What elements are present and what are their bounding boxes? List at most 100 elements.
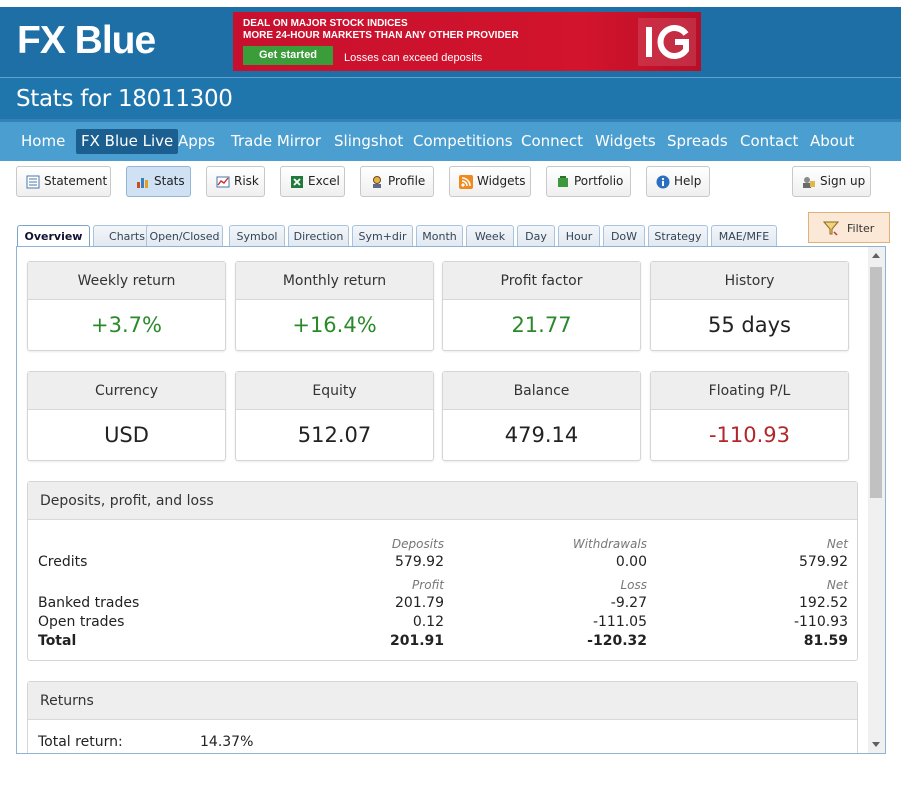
total-return-label: Total return: [38,734,123,750]
nav-connect[interactable]: Connect [516,129,588,154]
ad-line-2: MORE 24-HOUR MARKETS THAN ANY OTHER PROV… [243,30,519,41]
profile-label: Profile [388,174,426,188]
banked-trades-label: Banked trades [38,595,140,611]
widgets-button[interactable]: Widgets [449,166,531,197]
card-value: +16.4% [292,313,377,337]
bar-chart-icon [137,178,148,188]
scrollbar[interactable] [868,247,885,753]
banked-profit: 201.79 [395,595,444,611]
filter-icon [823,221,839,236]
risk-chart-icon [216,176,230,188]
profit-header: Profit [412,578,444,592]
nav-slingshot[interactable]: Slingshot [329,129,408,154]
tab-direction[interactable]: Direction [288,225,349,247]
deposits-header: Deposits [391,537,444,551]
tab-dow[interactable]: DoW [603,225,645,247]
card-label: Weekly return [28,262,225,300]
open-net: -110.93 [793,614,848,630]
sign-up-label: Sign up [820,174,866,188]
monthly-return-card: Monthly return +16.4% [235,261,434,351]
nav-contact[interactable]: Contact [735,129,803,154]
returns-body: Total return: 14.37% [28,720,857,753]
profit-factor-card: Profit factor 21.77 [442,261,641,351]
dpl-table: Deposits Withdrawals Net Credits 579.92 … [28,520,857,660]
tab-week[interactable]: Week [466,225,514,247]
scroll-up-arrow-icon[interactable] [872,253,880,258]
card-label: Equity [236,372,433,410]
card-label: Balance [443,372,640,410]
card-value: -110.93 [708,423,791,447]
panel-title: Deposits, profit, and loss [28,482,857,520]
profile-button[interactable]: Profile [360,166,434,197]
ad-banner[interactable]: DEAL ON MAJOR STOCK INDICES MORE 24-HOUR… [233,12,701,71]
sign-up-button[interactable]: Sign up [792,166,871,197]
scroll-down-arrow-icon[interactable] [872,742,880,747]
tab-month[interactable]: Month [416,225,463,247]
rss-icon [459,175,473,189]
portfolio-label: Portfolio [574,174,624,188]
nav-competitions[interactable]: Competitions [408,129,518,154]
tab-day[interactable]: Day [517,225,555,247]
excel-label: Excel [308,174,340,188]
open-trades-label: Open trades [38,614,125,630]
fxblue-logo[interactable]: FX Blue [17,21,156,61]
risk-button[interactable]: Risk [206,166,265,197]
tab-mae-mfe[interactable]: MAE/MFE [711,225,777,247]
total-label: Total [38,633,77,649]
filter-button[interactable]: Filter [808,212,890,243]
tab-sym-dir[interactable]: Sym+dir [352,225,413,247]
card-label: Currency [28,372,225,410]
excel-button[interactable]: Excel [280,166,345,197]
nav-fx-blue-live[interactable]: FX Blue Live [76,129,179,154]
statement-label: Statement [44,174,108,188]
credits-withdrawals: 0.00 [615,554,647,570]
credits-deposits: 579.92 [395,554,444,570]
statement-button[interactable]: Statement [16,166,111,197]
loss-header: Loss [620,578,647,592]
nav-trade-mirror[interactable]: Trade Mirror [226,129,326,154]
history-card: History 55 days [650,261,849,351]
portfolio-button[interactable]: Portfolio [546,166,631,197]
nav-about[interactable]: About [805,129,859,154]
tab-open-closed[interactable]: Open/Closed [146,225,223,247]
equity-card: Equity 512.07 [235,371,434,461]
help-label: Help [674,174,702,188]
card-label: Monthly return [236,262,433,300]
total-loss: -120.32 [587,633,647,649]
card-value: 55 days [708,313,791,337]
panel-title: Returns [28,682,857,720]
nav-widgets[interactable]: Widgets [590,129,661,154]
card-label: Profit factor [443,262,640,300]
banked-loss: -9.27 [610,595,647,611]
deposits-profit-loss-panel: Deposits, profit, and loss Deposits With… [27,481,858,661]
credits-net: 579.92 [799,554,848,570]
scroll-thumb[interactable] [870,267,882,498]
help-icon [656,175,670,189]
tab-strategy[interactable]: Strategy [648,225,708,247]
sign-up-icon [803,177,815,188]
weekly-return-card: Weekly return +3.7% [27,261,226,351]
stats-button[interactable]: Stats [126,166,191,197]
nav-apps[interactable]: Apps [173,129,220,154]
tab-hour[interactable]: Hour [558,225,600,247]
card-value: 512.07 [297,423,372,447]
portfolio-icon [558,176,568,187]
card-value: 21.77 [511,313,572,337]
ig-logo [638,18,696,66]
help-button[interactable]: Help [646,166,710,197]
floating-pl-card: Floating P/L -110.93 [650,371,849,461]
ad-get-started-button[interactable]: Get started [243,46,333,65]
tab-symbol[interactable]: Symbol [229,225,285,247]
stats-label: Stats [154,174,185,188]
widgets-label: Widgets [477,174,526,188]
nav-home[interactable]: Home [16,129,70,154]
banked-net: 192.52 [799,595,848,611]
overview-content: Weekly return +3.7% Monthly return +16.4… [16,246,886,754]
card-value: +3.7% [91,313,162,337]
ad-line-1: DEAL ON MAJOR STOCK INDICES [243,18,408,29]
excel-icon [291,176,303,188]
nav-spreads[interactable]: Spreads [662,129,733,154]
total-profit: 201.91 [389,633,444,649]
withdrawals-header: Withdrawals [572,537,647,551]
risk-label: Risk [234,174,259,188]
